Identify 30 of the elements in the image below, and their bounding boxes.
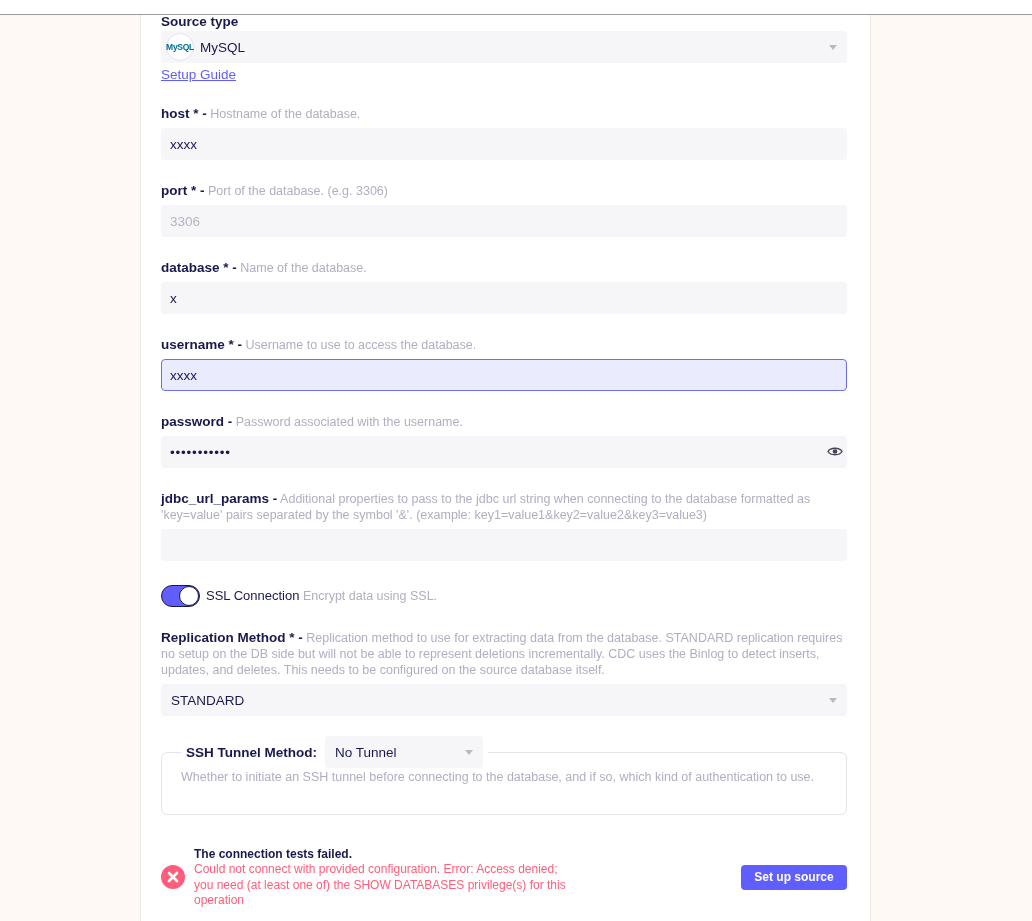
dropdown[interactable]: STANDARD	[161, 684, 847, 716]
ssh-tunnel-label: SSH Tunnel Method:	[186, 744, 317, 760]
source-logo: MySQL	[166, 33, 194, 61]
field-label: password - Password associated with the username.	[161, 414, 464, 430]
eye-icon[interactable]	[827, 446, 843, 457]
field-label: host * - Hostname of the database.	[161, 106, 362, 122]
field-label: port * - Port of the database. (e.g. 3306)	[161, 183, 389, 199]
field-label: database * - Name of the database.	[161, 260, 368, 276]
toggle-switch[interactable]	[161, 585, 200, 607]
error-message: Could not connect with provided configuration. Error: Access denied; you need (at least one of) the SHOW DATABASES privilege(s) for this operation	[194, 862, 567, 909]
field-label: SSL Connection Encrypt data using SSL.	[206, 588, 438, 604]
submit-button[interactable]: Set up source	[741, 864, 847, 890]
caret-icon	[829, 44, 837, 50]
input-field[interactable]: 3306	[161, 205, 847, 237]
source-type-label: Source type	[161, 15, 240, 29]
caret-icon	[829, 697, 837, 703]
input-field[interactable]: xxxx	[161, 359, 847, 391]
source-type-dropdown[interactable]: MySQL MySQL	[161, 31, 847, 63]
field-label: Replication Method * - Replication method to use for extracting data from the database. STANDARD replication requires no setup on the DB side but will not be able to represent deletions incrementally. CDC uses the Binlog to detect inserts, updates, and deletes. This needs to be configured on the source database itself.	[161, 630, 844, 678]
setup-guide-link[interactable]: Setup Guide	[161, 67, 237, 83]
error-title: The connection tests failed.	[194, 846, 354, 862]
dropdown[interactable]: No Tunnel	[325, 736, 483, 768]
ssh-tunnel-description: Whether to initiate an SSH tunnel before connecting to the database, and if so, which kind of authentication to use.	[181, 769, 816, 785]
field-label: username * - Username to use to access the database.	[161, 337, 478, 353]
caret-icon	[465, 749, 473, 755]
input-field[interactable]: xxxx	[161, 128, 847, 160]
password-field[interactable]: •••••••••••	[161, 436, 847, 468]
field-label: jdbc_url_params - Additional properties to pass to the jdbc url string when connecting to the database formatted as 'key=value' pairs separated by the symbol '&'. (example: key1=value1&key2=value2&key3=value3)	[161, 491, 812, 523]
input-field[interactable]: x	[161, 282, 847, 314]
error-icon	[161, 865, 185, 890]
